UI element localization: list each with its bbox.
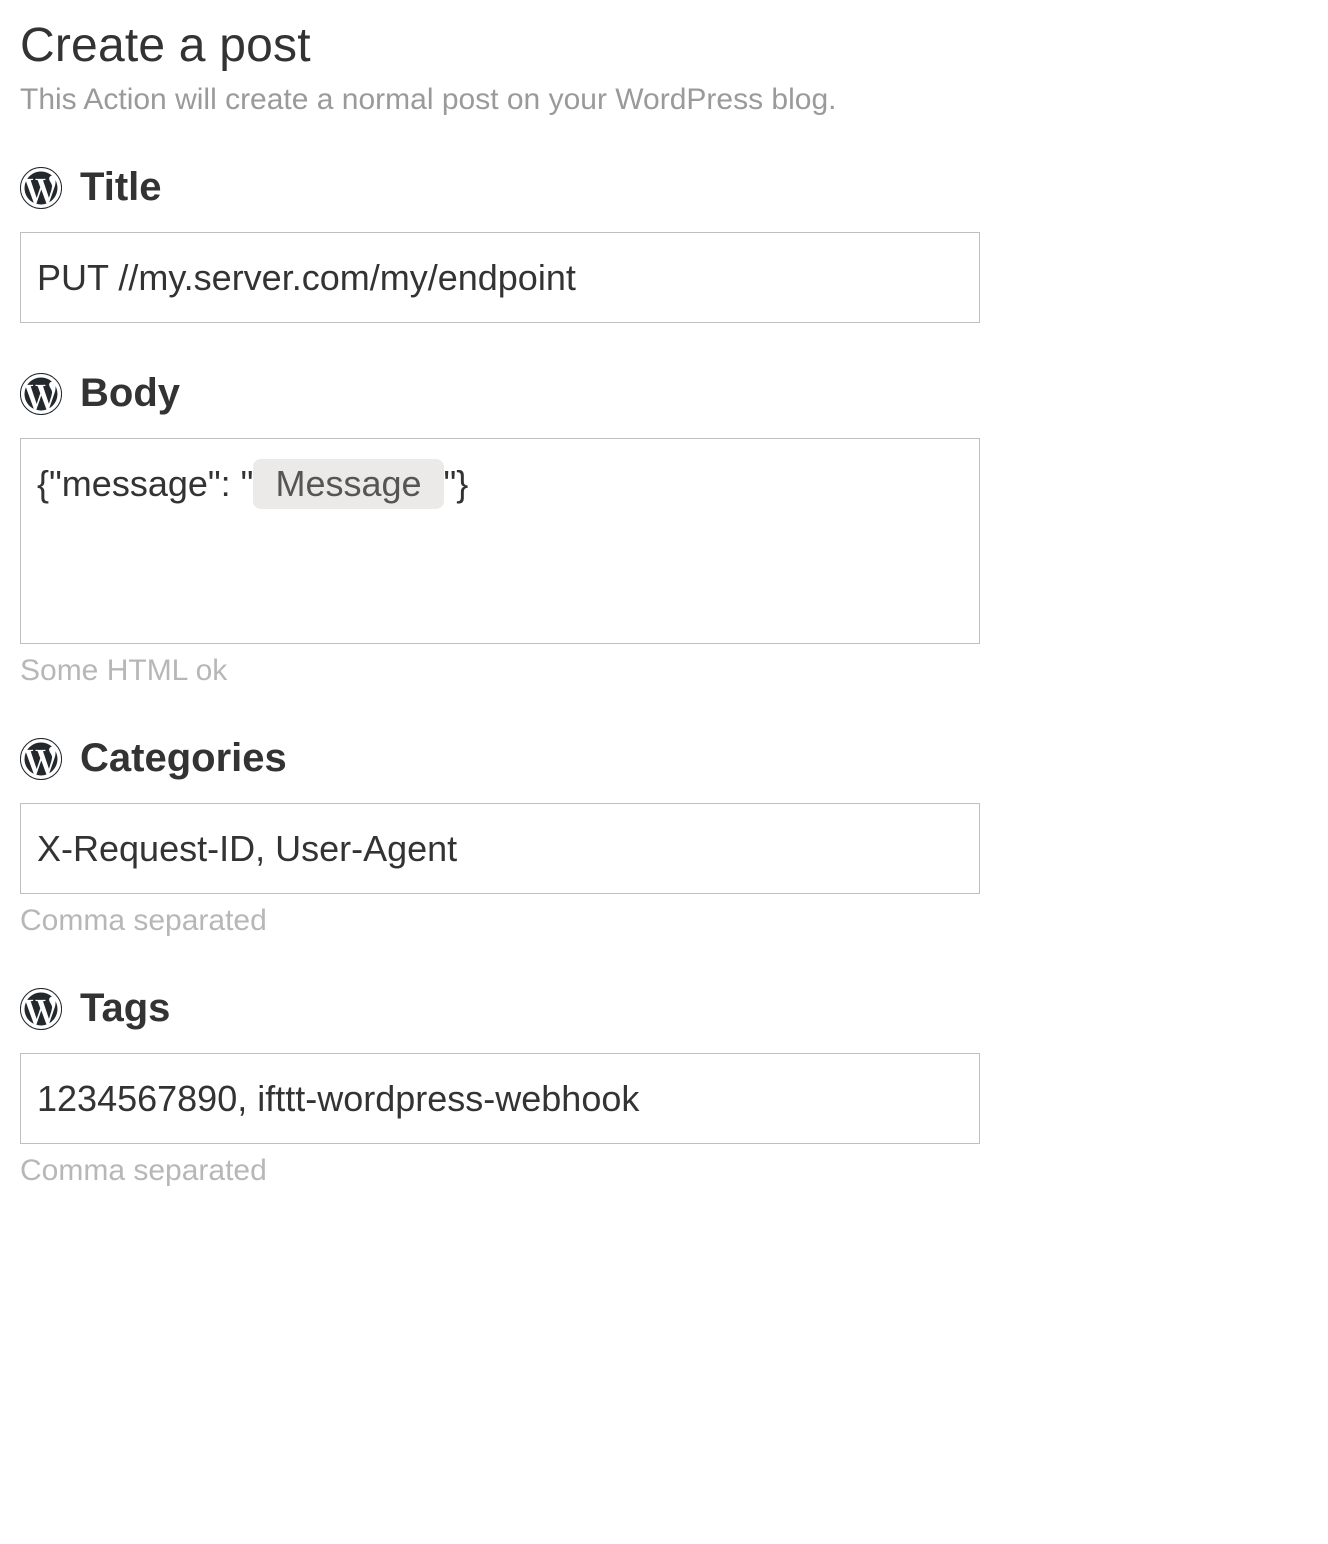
field-tags: Tags Comma separated	[20, 986, 1308, 1188]
wordpress-icon	[20, 373, 62, 415]
categories-input[interactable]	[20, 803, 980, 894]
title-input[interactable]	[20, 232, 980, 323]
page-description: This Action will create a normal post on…	[20, 83, 1308, 117]
field-categories: Categories Comma separated	[20, 736, 1308, 938]
tags-input[interactable]	[20, 1053, 980, 1144]
categories-hint: Comma separated	[20, 904, 1308, 938]
body-label: Body	[80, 371, 180, 416]
body-hint: Some HTML ok	[20, 654, 1308, 688]
wordpress-icon	[20, 167, 62, 209]
wordpress-icon	[20, 988, 62, 1030]
body-input[interactable]: {"message": "Message"}	[20, 438, 980, 644]
page-title: Create a post	[20, 18, 1308, 73]
field-title: Title	[20, 165, 1308, 323]
categories-label: Categories	[80, 736, 287, 781]
tags-label: Tags	[80, 986, 170, 1031]
body-text-suffix: "}	[444, 463, 469, 504]
body-text-prefix: {"message": "	[37, 463, 253, 504]
title-label: Title	[80, 165, 162, 210]
field-body: Body {"message": "Message"} Some HTML ok	[20, 371, 1308, 688]
wordpress-icon	[20, 738, 62, 780]
tags-hint: Comma separated	[20, 1154, 1308, 1188]
ingredient-pill-message[interactable]: Message	[253, 459, 443, 509]
